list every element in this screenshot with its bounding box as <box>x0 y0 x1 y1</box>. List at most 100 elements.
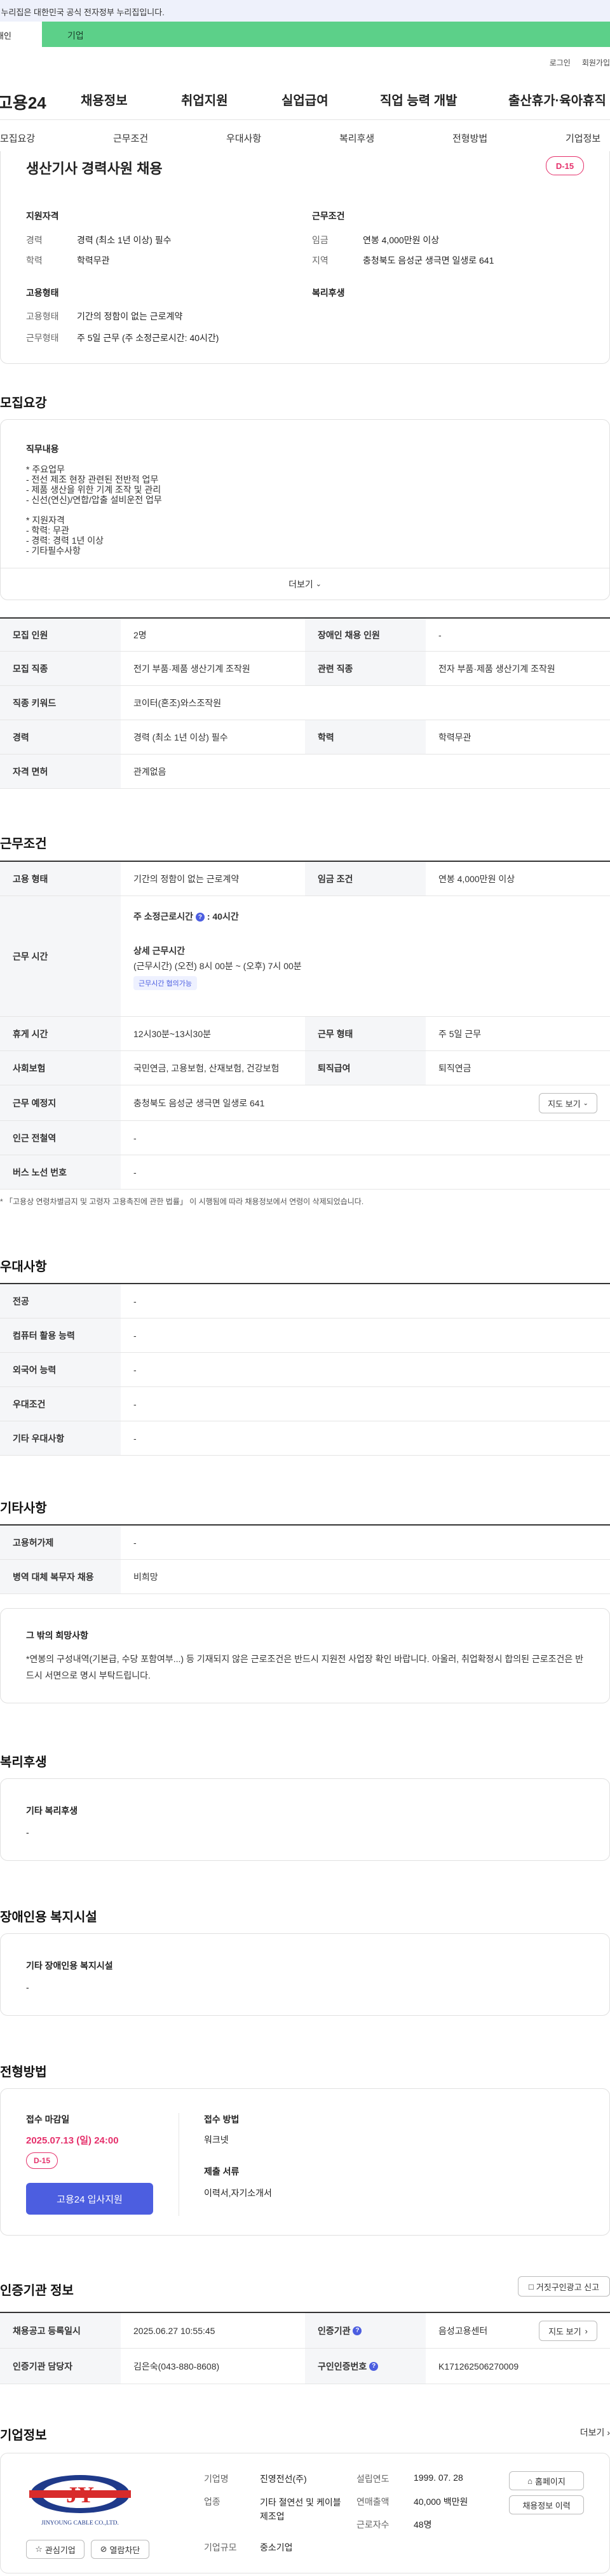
table-row: 근무 시간 주 소정근로시간 ? : 40시간 상세 근무시간 (근무시간) (… <box>0 896 610 1017</box>
deadline-value: 2025.07.13 (일) 24:00 <box>26 2135 119 2146</box>
qual-head: 지원자격 <box>26 211 59 221</box>
welfare-card: 기타 복리후생 - <box>0 1778 610 1861</box>
work-label: 근무형태 <box>26 333 59 343</box>
welfare-heading: 복리후생 <box>0 1755 47 1769</box>
apply-button[interactable]: 고용24 입사지원 <box>26 2183 153 2215</box>
tab-work[interactable]: 근무조건 <box>113 131 148 145</box>
star-icon: ☆ <box>35 2544 43 2554</box>
table-row: 고용 형태 기간의 정함이 없는 근로계약 임금 조건 연봉 4,000만원 이… <box>0 862 610 896</box>
summary-card: 생산기사 경력사원 채용 D-15 지원자격 근무조건 경력 경력 (최소 1년… <box>0 151 610 364</box>
selection-heading: 전형방법 <box>0 2065 47 2079</box>
pref-table: 전공 - 컴퓨터 활용 능력 - 외국어 능력 - 우대조건 - 기타 우대사항 - <box>0 1283 610 1456</box>
other-card: 그 밖의 희망사항 *연봉의 구성내역(기본급, 수당 포함여부...) 등 기… <box>0 1608 610 1703</box>
document-icon: □ <box>528 2281 534 2291</box>
selection-card: 접수 마감일 2025.07.13 (일) 24:00 D-15 고용24 입사… <box>0 2088 610 2236</box>
more-button[interactable]: 더보기 ⌄ <box>1 568 609 600</box>
homepage-button[interactable]: ⌂ 홈페이지 <box>509 2471 584 2490</box>
table-row: 직종 키워드 코이터(혼조)와스조작원 <box>0 686 610 720</box>
career-value: 경력 (최소 1년 이상) 필수 <box>77 235 172 245</box>
table-row: 모집 직종 전기 부품·제품 생산기계 조작원 관련 직종 전자 부품·제품 생… <box>0 652 610 686</box>
method-value: 워크넷 <box>204 2135 229 2145</box>
emp-head: 고용형태 <box>26 288 59 298</box>
duty-text: * 주요업무 - 전선 제조 현장 관련된 전반적 업무 - 제품 생산을 위한 기… <box>26 464 162 556</box>
type-value: 기간의 정함이 없는 근로계약 <box>77 311 183 321</box>
company-logo: JY JINYOUNG CABLE CO.,LTD. <box>26 2471 134 2528</box>
logo-text: JY <box>66 2482 94 2507</box>
tab-pref[interactable]: 우대사항 <box>226 131 261 145</box>
nav-training[interactable]: 직업 능력 개발 <box>380 90 458 109</box>
deadline-label: 접수 마감일 <box>26 2114 70 2124</box>
work-value: 주 5일 근무 (주 소정근로시간: 40시간) <box>77 333 219 343</box>
tab-welfare[interactable]: 복리후생 <box>339 131 374 145</box>
edu-value: 학력무관 <box>77 255 110 265</box>
other-text: *연봉의 구성내역(기본급, 수당 포함여부...) 등 기재되지 않은 근로조… <box>26 1654 584 1680</box>
duty-line <box>26 505 162 515</box>
work-table: 고용 형태 기간의 정함이 없는 근로계약 임금 조건 연봉 4,000만원 이… <box>0 861 610 1190</box>
detail-head: 상세 근무시간 <box>133 946 186 956</box>
disab-card: 기타 장애인용 복지시설 - <box>0 1933 610 2016</box>
table-row: 인근 전철역 - <box>0 1121 610 1155</box>
chevron-right-icon: › <box>607 2427 610 2438</box>
area-label: 지역 <box>312 255 329 265</box>
logo-sub: JINYOUNG CABLE CO.,LTD. <box>41 2520 119 2526</box>
pref-heading: 우대사항 <box>0 1260 47 1274</box>
info-icon[interactable]: ? <box>353 2326 362 2335</box>
info-icon[interactable]: ? <box>195 913 205 922</box>
welfare-val: - <box>26 1827 29 1837</box>
table-row: 사회보험 국민연금, 고용보험, 산재보험, 건강보험 퇴직급여 퇴직연금 <box>0 1051 610 1085</box>
duty-line: * 주요업무 <box>26 464 65 474</box>
jobs-history-button[interactable]: 채용정보 이력 <box>509 2495 584 2514</box>
table-row: 고용허가제 - <box>0 1526 610 1560</box>
disab-heading: 장애인용 복지시설 <box>0 1910 97 1924</box>
report-button[interactable]: □ 거짓구인광고 신고 <box>518 2276 610 2297</box>
tab-personal[interactable]: 개인 <box>0 22 42 47</box>
nav-jobs[interactable]: 채용정보 <box>81 90 128 109</box>
login-link[interactable]: 로그인 <box>550 57 571 68</box>
etc-heading: 기타사항 <box>0 1501 47 1515</box>
global-nav: 고용24 채용정보 취업지원 실업급여 직업 능력 개발 출산휴가·육아휴직 <box>0 83 610 114</box>
dday-badge: D-15 <box>546 156 584 175</box>
table-row: 채용공고 등록일시 2025.06.27 10:55:45 인증기관 ? 음성고… <box>0 2313 610 2349</box>
map-button[interactable]: 지도 보기 › <box>539 2321 597 2341</box>
company-more-link[interactable]: 더보기 › <box>580 2426 610 2439</box>
work-heading: 근무조건 <box>0 837 47 851</box>
table-row: 기타 우대사항 - <box>0 1421 610 1456</box>
type-label: 고용형태 <box>26 311 59 321</box>
site-logo[interactable]: 고용24 <box>0 90 46 114</box>
duty-card: 직무내용 * 주요업무 - 전선 제조 현장 관련된 전반적 업무 - 제품 생산을… <box>0 419 610 600</box>
cert-table: 채용공고 등록일시 2025.06.27 10:55:45 인증기관 ? 음성고… <box>0 2312 610 2384</box>
table-row: 전공 - <box>0 1284 610 1318</box>
company-heading: 기업정보 <box>0 2429 47 2443</box>
duty-head: 직무내용 <box>26 444 59 454</box>
table-row: 버스 노선 번호 - <box>0 1155 610 1190</box>
chevron-down-icon: ⌄ <box>315 580 322 588</box>
block-button[interactable]: ⊘ 열람차단 <box>91 2540 149 2559</box>
tab-recruit[interactable]: 모집요강 <box>0 131 35 145</box>
recruit-table: 모집 인원 2명 장애인 채용 인원 - 모집 직종 전기 부품·제품 생산기계… <box>0 617 610 789</box>
user-type-bar: 개인 기업 <box>0 22 610 47</box>
nav-employment-support[interactable]: 취업지원 <box>181 90 228 109</box>
detail-value: (근무시간) (오전) 8시 00분 ~ (오후) 7시 00분 <box>133 961 302 971</box>
table-row: 근무 예정지 충청북도 음성군 생극면 일생로 641 지도 보기 ⌄ <box>0 1085 610 1121</box>
dday-badge: D-15 <box>26 2152 58 2169</box>
docs-value: 이력서,자기소개서 <box>204 2188 272 2198</box>
nav-unemployment[interactable]: 실업급여 <box>281 90 329 109</box>
duty-line: - 학력: 무관 <box>26 525 69 535</box>
join-link[interactable]: 회원가입 <box>582 57 610 68</box>
table-row: 휴게 시간 12시30분~13시30분 근무 형태 주 5일 근무 <box>0 1017 610 1051</box>
tab-company[interactable]: 기업 <box>42 22 610 47</box>
docs-label: 제출 서류 <box>204 2166 240 2177</box>
map-button[interactable]: 지도 보기 ⌄ <box>539 1093 597 1113</box>
chevron-right-icon: › <box>585 2326 588 2336</box>
duty-line: - 경력: 경력 1년 이상 <box>26 535 104 546</box>
tab-company[interactable]: 기업정보 <box>566 131 600 145</box>
nav-leave[interactable]: 출산휴가·육아휴직 <box>508 90 606 109</box>
info-icon[interactable]: ? <box>369 2361 379 2371</box>
welfare-head: 복리후생 <box>312 288 345 298</box>
other-head: 그 밖의 희망사항 <box>26 1630 88 1640</box>
table-row: 외국어 능력 - <box>0 1353 610 1387</box>
tab-selection[interactable]: 전형방법 <box>452 131 487 145</box>
flex-tag: 근무시간 협의가능 <box>133 976 198 990</box>
age-notice: * 「고용상 연령차별금지 및 고령자 고용촉진에 관한 법률」 이 시행됨에 … <box>0 1197 364 1206</box>
fav-button[interactable]: ☆ 관심기업 <box>26 2540 85 2559</box>
